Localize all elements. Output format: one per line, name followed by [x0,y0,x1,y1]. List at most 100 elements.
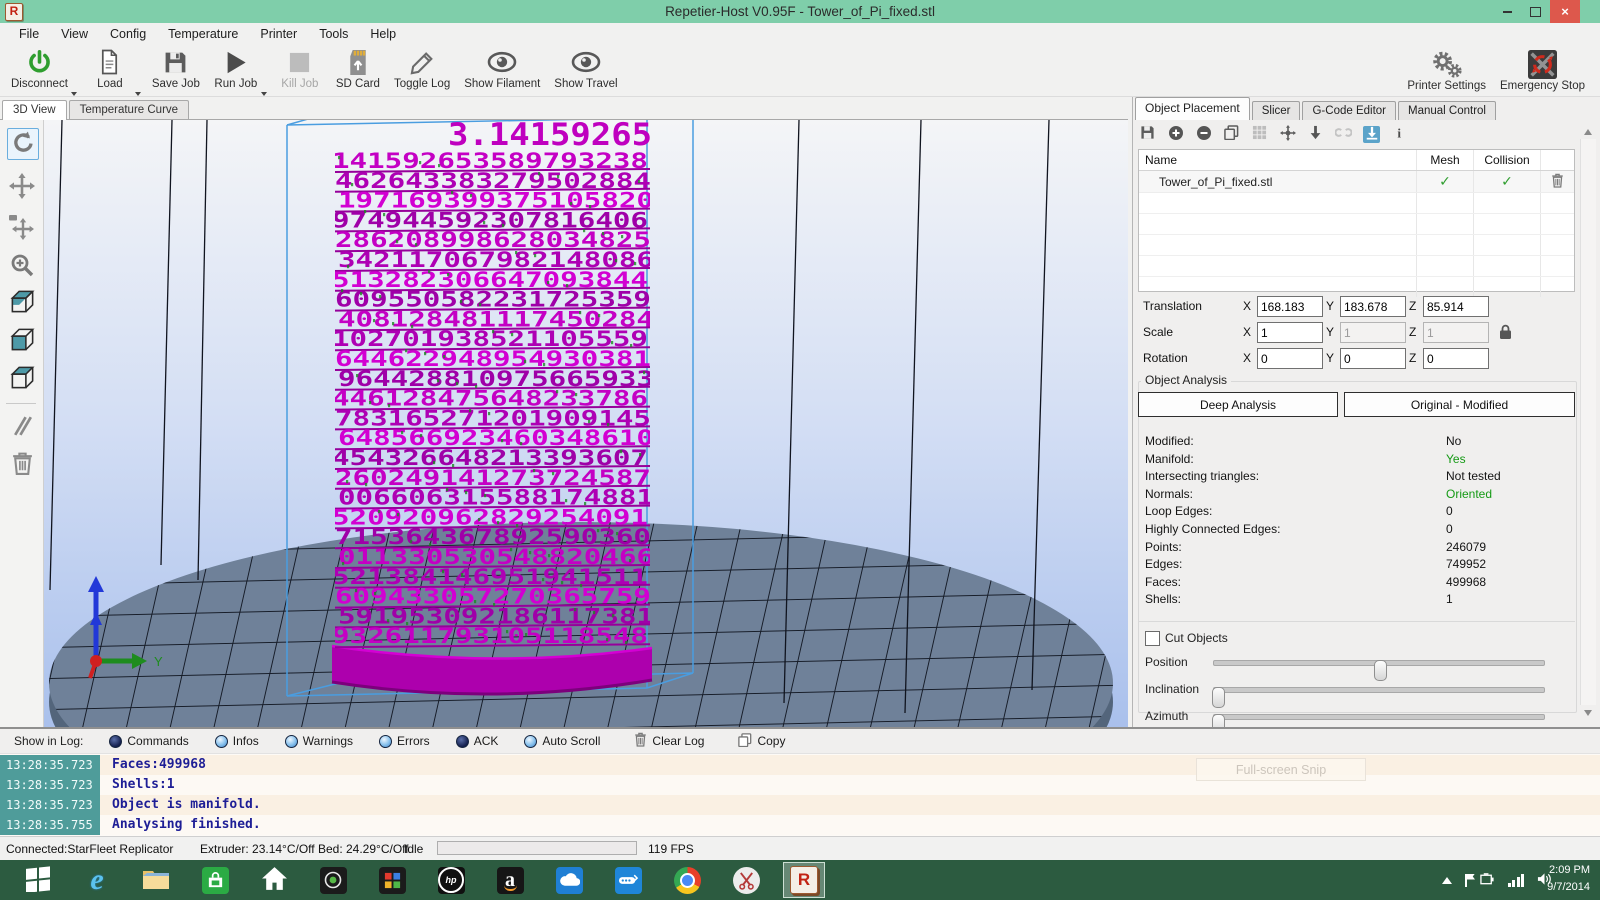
delete-object-button[interactable] [1541,171,1574,192]
log-toggle-commands[interactable]: Commands [109,734,188,748]
taskbar-media-app[interactable] [312,862,354,898]
menu-printer[interactable]: Printer [249,23,308,45]
tab-temperature-curve[interactable]: Temperature Curve [69,100,189,119]
tab-object-placement[interactable]: Object Placement [1135,97,1250,120]
autoposition-button[interactable] [1251,126,1268,143]
move-view-tool[interactable] [7,172,37,202]
log-toggle-infos[interactable]: Infos [215,734,259,748]
cut-objects-checkbox[interactable] [1145,631,1160,646]
zoom-tool[interactable] [7,251,37,281]
tray-action-center-flag[interactable] [1465,874,1467,887]
front-view-tool[interactable] [7,326,37,356]
menu-help[interactable]: Help [359,23,407,45]
scale-z-field[interactable] [1423,322,1489,343]
sd-card-button[interactable]: SD Card [329,45,387,90]
rotation-x-field[interactable] [1257,348,1323,369]
delete-object-tool[interactable] [7,450,37,480]
printer-settings-button[interactable]: Printer Settings [1400,47,1493,92]
translation-x-field[interactable] [1257,296,1323,317]
rotate-tool[interactable] [7,128,39,160]
autodrop-button[interactable] [1363,126,1380,143]
save-job-button[interactable]: Save Job [145,45,207,90]
3d-viewport[interactable]: Y 14159265358979323846264338327950288419… [44,120,1128,727]
log-toggle-auto-scroll[interactable]: Auto Scroll [524,734,600,748]
inclination-slider[interactable] [1213,687,1545,693]
disconnect-dropdown[interactable] [71,70,79,96]
translation-z-field[interactable] [1423,296,1489,317]
tray-battery[interactable] [1480,873,1495,888]
run-job-dropdown[interactable] [261,70,269,96]
taskbar-cloud-app[interactable] [548,862,590,898]
menu-config[interactable]: Config [99,23,157,45]
minimize-button[interactable] [1494,0,1520,23]
position-slider[interactable] [1213,660,1545,666]
taskbar-password-app[interactable] [607,862,649,898]
taskbar-repetier-host[interactable]: R [783,862,825,898]
toggle-log-button[interactable]: Toggle Log [387,45,457,90]
taskbar-chrome[interactable] [666,862,708,898]
close-button[interactable]: × [1550,0,1580,23]
show-filament-button[interactable]: Show Filament [457,45,547,90]
move-object-tool[interactable] [7,213,37,243]
disconnect-button[interactable]: Disconnect [4,45,75,90]
taskbar-file-explorer[interactable] [135,862,177,898]
taskbar-hp[interactable]: hp [430,862,472,898]
taskbar-amazon[interactable]: a [489,862,531,898]
info-button[interactable]: i [1391,126,1408,143]
taskbar-start[interactable] [17,862,59,898]
split-object-button[interactable] [1335,126,1352,143]
table-row[interactable]: Tower_of_Pi_fixed.stl ✓ ✓ [1139,171,1574,193]
kill-job-button[interactable]: Kill Job [271,45,329,90]
original-modified-button[interactable]: Original - Modified [1344,392,1575,417]
load-dropdown[interactable] [135,70,143,96]
scale-x-field[interactable] [1257,322,1323,343]
iso-view-tool[interactable] [7,288,37,318]
rotation-y-field[interactable] [1340,348,1406,369]
translation-y-field[interactable] [1340,296,1406,317]
scroll-up-button[interactable] [1580,124,1595,139]
taskbar-snipping-tool[interactable] [725,862,767,898]
run-job-button[interactable]: Run Job [207,45,265,90]
tab-3d-view[interactable]: 3D View [2,100,67,120]
tray-network-signal[interactable] [1508,874,1525,887]
log-toggle-errors[interactable]: Errors [379,734,430,748]
log-toggle-warnings[interactable]: Warnings [285,734,353,748]
taskbar-windows-store[interactable] [194,862,236,898]
panel-scrollbar[interactable] [1580,139,1596,705]
deep-analysis-button[interactable]: Deep Analysis [1138,392,1338,417]
tray-tray-expand[interactable] [1442,877,1452,884]
menu-tools[interactable]: Tools [308,23,359,45]
menu-file[interactable]: File [8,23,50,45]
save-button[interactable] [1139,126,1156,143]
log-action-copy[interactable]: Copy [738,733,785,750]
remove-object-button[interactable] [1195,126,1212,143]
azimuth-slider-thumb[interactable] [1212,714,1225,727]
show-travel-button[interactable]: Show Travel [547,45,624,90]
tab-slicer[interactable]: Slicer [1252,101,1301,120]
rotation-z-field[interactable] [1423,348,1489,369]
add-object-button[interactable] [1167,126,1184,143]
maximize-button[interactable] [1522,0,1548,23]
parallel-projection-tool[interactable] [7,412,37,442]
inclination-slider-thumb[interactable] [1212,687,1225,708]
position-slider-thumb[interactable] [1374,660,1387,681]
copy-object-button[interactable] [1223,126,1240,143]
center-object-button[interactable] [1279,126,1296,143]
taskbar-internet-explorer[interactable]: e [76,862,118,898]
emergency-stop-button[interactable]: Emergency Stop [1493,47,1592,92]
menu-temperature[interactable]: Temperature [157,23,249,45]
drop-object-button[interactable] [1307,126,1324,143]
scale-y-field[interactable] [1340,322,1406,343]
azimuth-slider[interactable] [1213,714,1545,720]
taskbar-photos-app[interactable] [371,862,413,898]
load-button[interactable]: Load [81,45,139,90]
log-toggle-ack[interactable]: ACK [456,734,499,748]
tab-manual-control[interactable]: Manual Control [1398,101,1496,120]
scale-lock-icon[interactable] [1499,324,1512,343]
tab-g-code-editor[interactable]: G-Code Editor [1302,101,1396,120]
taskbar-home[interactable] [253,862,295,898]
menu-view[interactable]: View [50,23,99,45]
taskbar-clock[interactable]: 2:09 PM 9/7/2014 [1530,862,1596,896]
top-view-tool[interactable] [7,364,37,394]
log-action-clear-log[interactable]: Clear Log [634,732,704,750]
